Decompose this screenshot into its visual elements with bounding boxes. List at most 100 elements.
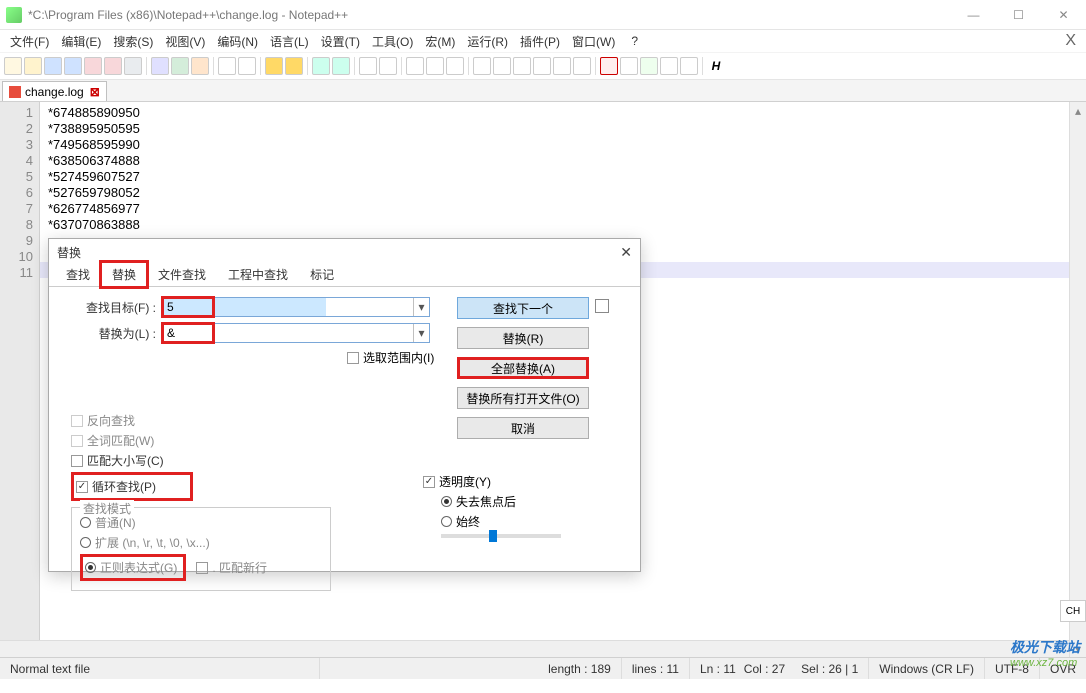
save-macro-icon[interactable] xyxy=(680,57,698,75)
tab-find-in-files[interactable]: 文件查找 xyxy=(147,262,217,287)
status-eol[interactable]: Windows (CR LF) xyxy=(869,658,985,679)
close-all-icon[interactable] xyxy=(104,57,122,75)
close-file-icon[interactable] xyxy=(84,57,102,75)
mode-extended-radio[interactable] xyxy=(80,537,91,548)
match-case-checkbox[interactable] xyxy=(71,455,83,467)
tab-bar: change.log ⊠ xyxy=(0,80,1086,102)
indent-guide-icon[interactable] xyxy=(446,57,464,75)
wrap-around-checkbox[interactable] xyxy=(76,481,88,493)
dot-newline-checkbox[interactable] xyxy=(196,562,208,574)
folder-workspace-icon[interactable] xyxy=(553,57,571,75)
status-encoding[interactable]: UTF-8 xyxy=(985,658,1040,679)
doc-map-icon[interactable] xyxy=(493,57,511,75)
menu-plugins[interactable]: 插件(P) xyxy=(514,33,566,50)
menu-tools[interactable]: 工具(O) xyxy=(366,33,419,50)
menu-help[interactable]: ? xyxy=(625,34,644,48)
code-line: *626774856977 xyxy=(48,201,1086,217)
menu-search[interactable]: 搜索(S) xyxy=(107,33,159,50)
status-ovr[interactable]: OVR xyxy=(1040,658,1086,679)
paste-icon[interactable] xyxy=(191,57,209,75)
toolbar-separator xyxy=(260,57,261,75)
tab-replace[interactable]: 替换 xyxy=(101,262,147,287)
tab-mark[interactable]: 标记 xyxy=(299,262,345,287)
sync-h-icon[interactable] xyxy=(379,57,397,75)
two-button-mode-checkbox[interactable] xyxy=(595,299,609,313)
selection-only-checkbox[interactable] xyxy=(347,352,359,364)
menubar-close-icon[interactable]: X xyxy=(1059,32,1082,50)
status-bar: Normal text file length : 189 lines : 11… xyxy=(0,657,1086,679)
zoom-in-icon[interactable] xyxy=(312,57,330,75)
open-icon[interactable] xyxy=(24,57,42,75)
menu-language[interactable]: 语言(L) xyxy=(264,33,315,50)
scroll-down-icon[interactable]: ▾ xyxy=(1070,640,1086,657)
mode-regex-radio[interactable] xyxy=(85,562,96,573)
slider-thumb[interactable] xyxy=(489,530,497,542)
dropdown-icon[interactable]: ▾ xyxy=(413,324,429,342)
all-chars-icon[interactable] xyxy=(426,57,444,75)
transparency-checkbox[interactable] xyxy=(423,476,435,488)
file-tab-close-icon[interactable]: ⊠ xyxy=(90,85,100,99)
close-button[interactable]: ✕ xyxy=(1041,0,1086,29)
zoom-out-icon[interactable] xyxy=(332,57,350,75)
doc-list-icon[interactable] xyxy=(513,57,531,75)
status-lines: lines : 11 xyxy=(622,658,690,679)
menu-encoding[interactable]: 编码(N) xyxy=(211,33,264,50)
redo-icon[interactable] xyxy=(238,57,256,75)
monitoring-icon[interactable] xyxy=(573,57,591,75)
undo-icon[interactable] xyxy=(218,57,236,75)
maximize-button[interactable]: ☐ xyxy=(996,0,1041,29)
scroll-up-icon[interactable]: ▴ xyxy=(1070,102,1086,119)
new-icon[interactable] xyxy=(4,57,22,75)
match-case-label: 匹配大小写(C) xyxy=(87,452,164,469)
save-all-icon[interactable] xyxy=(64,57,82,75)
menu-window[interactable]: 窗口(W) xyxy=(566,33,621,50)
replace-button[interactable]: 替换(R) xyxy=(457,327,589,349)
menu-edit[interactable]: 编辑(E) xyxy=(55,33,107,50)
find-combo[interactable]: ▾ xyxy=(162,297,430,317)
find-next-button[interactable]: 查找下一个 xyxy=(457,297,589,319)
tab-find[interactable]: 查找 xyxy=(55,262,101,287)
sync-v-icon[interactable] xyxy=(359,57,377,75)
replace-combo[interactable]: ▾ xyxy=(162,323,430,343)
replace-input-rest[interactable] xyxy=(213,324,413,342)
find-icon[interactable] xyxy=(265,57,283,75)
play-multi-icon[interactable] xyxy=(660,57,678,75)
copy-icon[interactable] xyxy=(171,57,189,75)
search-mode-group: 查找模式 普通(N) 扩展 (\n, \r, \t, \0, \x...) 正则… xyxy=(71,507,331,591)
mode-normal-radio[interactable] xyxy=(80,517,91,528)
replace-all-button[interactable]: 全部替换(A) xyxy=(457,357,589,379)
dialog-close-icon[interactable]: ✕ xyxy=(620,244,632,261)
status-length: length : 189 xyxy=(538,658,622,679)
replace-icon[interactable] xyxy=(285,57,303,75)
transparency-slider[interactable] xyxy=(441,534,561,538)
file-tab[interactable]: change.log ⊠ xyxy=(2,81,107,101)
func-list-icon[interactable] xyxy=(533,57,551,75)
play-macro-icon[interactable] xyxy=(640,57,658,75)
code-line: *637070863888 xyxy=(48,217,1086,233)
cancel-button[interactable]: 取消 xyxy=(457,417,589,439)
tab-find-in-projects[interactable]: 工程中查找 xyxy=(217,262,299,287)
trans-always-radio[interactable] xyxy=(441,516,452,527)
find-input-rest[interactable] xyxy=(213,298,413,316)
horizontal-scrollbar[interactable] xyxy=(0,640,1069,657)
vertical-scrollbar[interactable]: ▴ ▾ xyxy=(1069,102,1086,657)
print-icon[interactable] xyxy=(124,57,142,75)
ime-badge[interactable]: CH xyxy=(1060,600,1086,622)
menu-settings[interactable]: 设置(T) xyxy=(315,33,366,50)
replace-all-open-button[interactable]: 替换所有打开文件(O) xyxy=(457,387,589,409)
menu-macro[interactable]: 宏(M) xyxy=(419,33,461,50)
menu-run[interactable]: 运行(R) xyxy=(461,33,514,50)
wordwrap-icon[interactable] xyxy=(406,57,424,75)
minimize-button[interactable]: ― xyxy=(951,0,996,29)
menu-file[interactable]: 文件(F) xyxy=(4,33,55,50)
stop-macro-icon[interactable] xyxy=(620,57,638,75)
line-number-gutter: 1234567891011 xyxy=(0,102,40,657)
lang-icon[interactable] xyxy=(473,57,491,75)
dropdown-icon[interactable]: ▾ xyxy=(413,298,429,316)
cut-icon[interactable] xyxy=(151,57,169,75)
bold-h-icon[interactable]: H xyxy=(707,57,725,75)
record-macro-icon[interactable] xyxy=(600,57,618,75)
menu-view[interactable]: 视图(V) xyxy=(159,33,211,50)
save-icon[interactable] xyxy=(44,57,62,75)
trans-lose-focus-radio[interactable] xyxy=(441,496,452,507)
